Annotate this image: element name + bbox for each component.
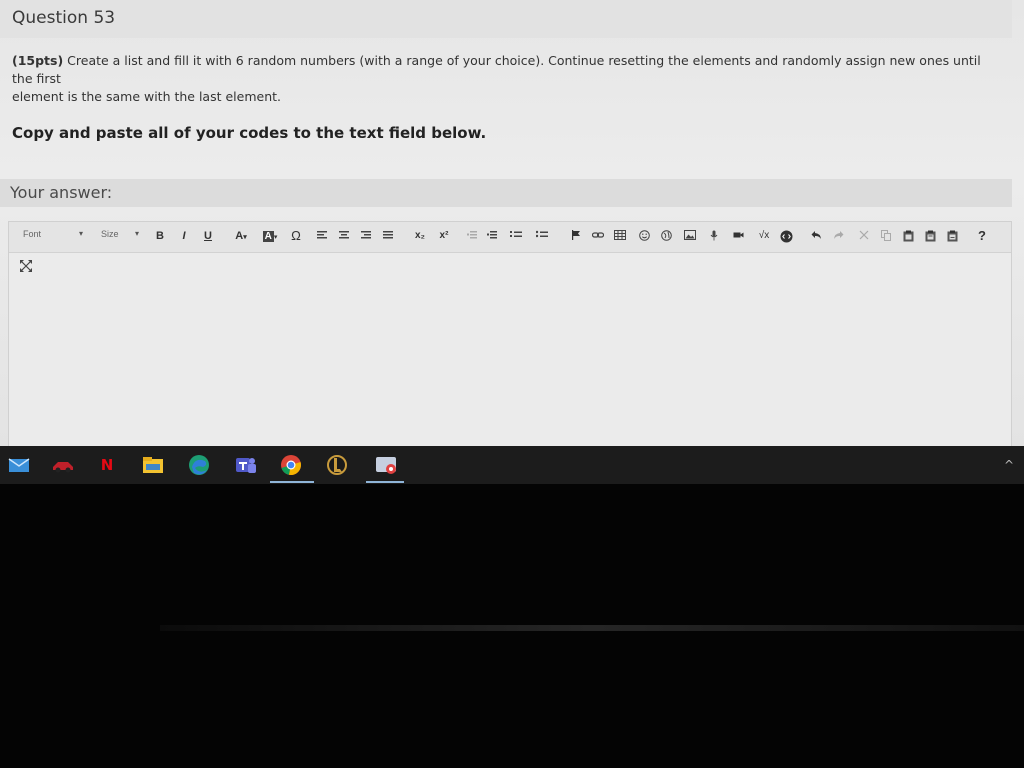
chrome-icon[interactable]	[278, 453, 304, 477]
subscript-button[interactable]: x₂	[411, 228, 429, 244]
answer-label: Your answer:	[10, 183, 113, 202]
align-justify-button[interactable]	[381, 228, 395, 244]
image-button[interactable]	[683, 228, 697, 244]
audio-button[interactable]	[707, 228, 721, 244]
paste-word-button[interactable]	[945, 228, 959, 244]
globe-icon	[660, 230, 672, 241]
video-camera-icon	[733, 232, 743, 238]
redo-button[interactable]	[831, 228, 845, 244]
cut-button[interactable]	[857, 228, 871, 244]
clipboard-icon	[903, 230, 913, 242]
mail-icon[interactable]	[6, 453, 32, 477]
windows-taskbar: N ^	[0, 446, 1024, 484]
superscript-button[interactable]: x²	[435, 228, 453, 244]
size-select[interactable]: Size ▾	[101, 229, 139, 245]
image-icon	[684, 230, 696, 240]
smiley-icon	[638, 230, 650, 241]
racing-game-icon[interactable]	[50, 453, 76, 477]
undo-icon	[811, 231, 821, 239]
question-points: (15pts)	[12, 53, 64, 68]
align-justify-icon	[383, 231, 393, 239]
underline-button[interactable]: U	[201, 228, 215, 244]
background-color-label: A	[262, 231, 274, 242]
camera-app-icon[interactable]	[374, 453, 400, 477]
italic-button[interactable]: I	[177, 228, 191, 244]
video-button[interactable]	[731, 228, 745, 244]
special-char-button[interactable]: Ω	[289, 228, 303, 244]
flag-button[interactable]	[569, 228, 583, 244]
netflix-icon[interactable]: N	[94, 453, 120, 477]
question-text-line1: Create a list and fill it with 6 random …	[12, 53, 981, 86]
bullet-list-button[interactable]	[535, 228, 549, 244]
align-center-button[interactable]	[337, 228, 351, 244]
editor-toolbar: Font ▾ Size ▾ B I U A▾ A ▾ Ω x₂ x² √x ?	[9, 222, 1011, 253]
redo-icon	[833, 231, 843, 239]
flag-icon	[572, 230, 580, 240]
copy-icon	[880, 230, 891, 241]
undo-button[interactable]	[809, 228, 823, 244]
html-source-button[interactable]	[779, 228, 793, 244]
maximize-icon[interactable]	[19, 258, 33, 272]
outdent-icon	[467, 231, 477, 239]
bold-button[interactable]: B	[153, 228, 167, 244]
question-instruction: Copy and paste all of your codes to the …	[12, 124, 487, 142]
equation-button[interactable]: √x	[755, 228, 773, 244]
rich-text-editor[interactable]: Font ▾ Size ▾ B I U A▾ A ▾ Ω x₂ x² √x ?	[8, 221, 1012, 446]
align-left-button[interactable]	[315, 228, 329, 244]
link-button[interactable]	[591, 228, 605, 244]
question-text-line2: element is the same with the last elemen…	[12, 89, 281, 104]
paste-text-button[interactable]	[923, 228, 937, 244]
outdent-button[interactable]	[465, 228, 479, 244]
file-explorer-icon[interactable]	[140, 453, 166, 477]
dropdown-arrow-icon: ▾	[134, 229, 139, 238]
question-title: Question 53	[12, 8, 116, 28]
size-select-label: Size	[101, 229, 119, 239]
scissors-icon	[859, 230, 868, 240]
chrome-active-indicator	[270, 481, 314, 483]
numbered-list-icon	[510, 231, 522, 237]
font-select-label: Font	[23, 229, 42, 239]
edge-icon[interactable]	[186, 453, 212, 477]
teams-icon[interactable]	[232, 453, 258, 477]
league-of-legends-icon[interactable]	[324, 453, 350, 477]
table-button[interactable]	[613, 228, 627, 244]
paste-button[interactable]	[901, 228, 915, 244]
browser-viewport: Question 53 (15pts) Create a list and fi…	[0, 0, 1024, 446]
camera-active-indicator	[366, 481, 404, 483]
align-right-button[interactable]	[359, 228, 373, 244]
square-root-icon: √x	[758, 230, 770, 241]
font-select[interactable]: Font ▾	[23, 229, 83, 245]
netflix-label: N	[100, 456, 114, 474]
microphone-icon	[710, 230, 718, 241]
clipboard-word-icon	[947, 230, 957, 242]
code-icon	[780, 230, 792, 243]
globe-button[interactable]	[659, 228, 673, 244]
answer-header: Your answer:	[0, 179, 1012, 207]
bullet-list-icon	[536, 230, 548, 238]
align-right-icon	[361, 231, 371, 239]
align-center-icon	[339, 231, 349, 239]
emoji-button[interactable]	[637, 228, 651, 244]
table-icon	[614, 230, 626, 240]
numbered-list-button[interactable]	[509, 228, 523, 244]
question-text: (15pts) Create a list and fill it with 6…	[12, 52, 1002, 106]
chevron-up-icon[interactable]: ^	[1004, 458, 1014, 472]
bezel-edge-highlight	[160, 625, 1024, 631]
text-color-button[interactable]: A▾	[231, 228, 251, 244]
copy-button[interactable]	[879, 228, 893, 244]
indent-button[interactable]	[485, 228, 499, 244]
align-left-icon	[317, 231, 327, 239]
clipboard-text-icon	[925, 230, 935, 242]
indent-icon	[487, 231, 497, 239]
background-color-button[interactable]: A ▾	[259, 228, 281, 244]
question-header: Question 53	[0, 0, 1012, 38]
dropdown-arrow-icon: ▾	[78, 229, 83, 238]
link-icon	[592, 232, 604, 238]
help-button[interactable]: ?	[975, 228, 989, 244]
